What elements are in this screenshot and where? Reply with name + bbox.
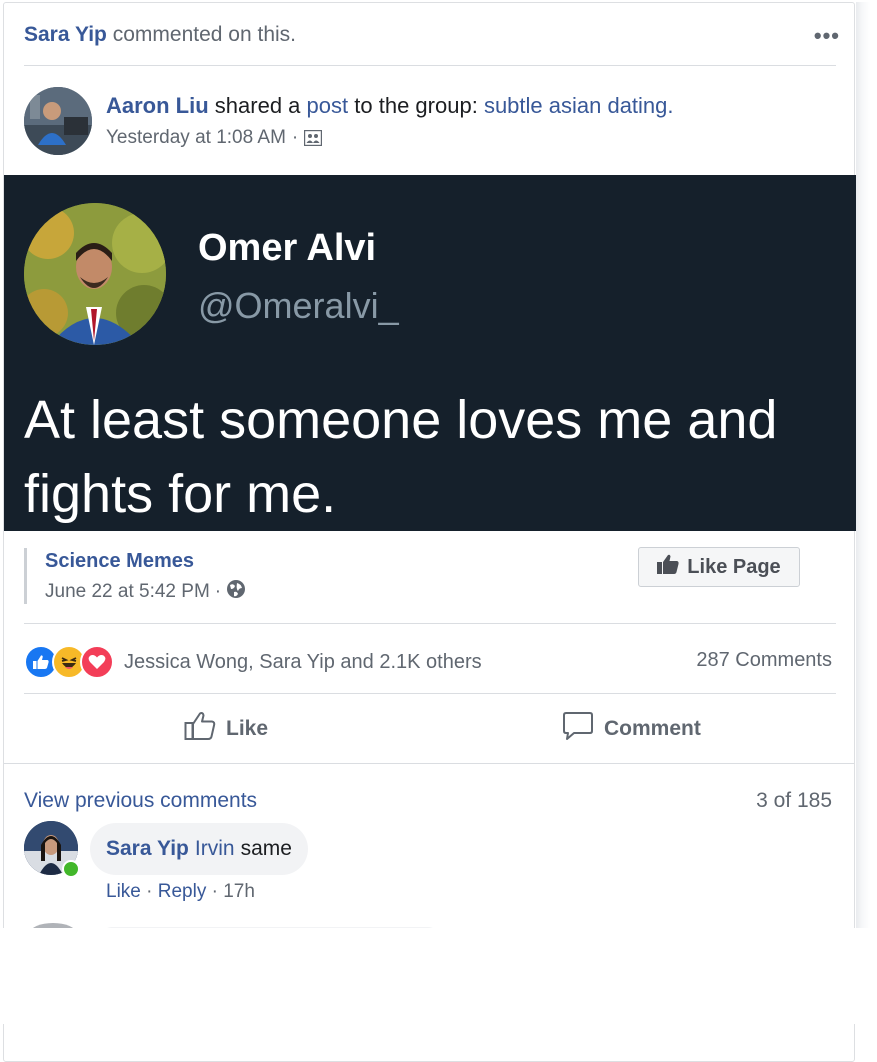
tweet-author-handle: @Omeralvi_ [198,285,399,326]
story-header: Sara Yip commented on this. [24,23,844,47]
comment-sep-1: · [146,881,153,902]
comment-count-link[interactable]: 287 Comments [696,649,832,672]
group-icon[interactable] [304,129,323,147]
comment-time[interactable]: 17h [223,881,255,902]
to-group-text: to the group: [354,93,478,118]
tweet-author-name: Omer Alvi [198,227,377,269]
source-attribution: Science Memes June 22 at 5:42 PM · [24,548,246,604]
comment-sep-2: · [211,881,218,902]
comment-button[interactable]: Comment [562,711,701,747]
header-divider [24,65,836,66]
more-dots-icon[interactable]: ••• [814,23,840,49]
meta-separator: · [291,127,299,148]
avatar[interactable] [24,87,92,155]
reactions-bar[interactable]: Jessica Wong, Sara Yip and 2.1K others [24,645,482,679]
comment-bubble: Sara Yip Irvin same [90,823,308,875]
comment-actions: Like · Reply · 17h [106,881,255,903]
source-date[interactable]: June 22 at 5:42 PM [45,581,210,603]
shared-tweet-image[interactable]: Omer Alvi @Omeralvi_ At least someone lo… [4,175,856,531]
comments-pagination: 3 of 185 [756,789,832,812]
comment-mention-link[interactable]: Irvin [195,837,235,861]
post-timestamp[interactable]: Yesterday at 1:08 AM [106,127,286,149]
comment-author-link[interactable]: Sara Yip [106,837,189,861]
post-link[interactable]: post [307,93,349,118]
story-actor-link[interactable]: Sara Yip [24,23,107,46]
like-button[interactable]: Like [184,711,268,747]
poster-line: Aaron Liu shared a post to the group: su… [106,93,674,119]
reaction-names[interactable]: Jessica Wong, Sara Yip and 2.1K others [124,651,482,674]
comment-like-link[interactable]: Like [106,881,141,902]
view-previous-comments-link[interactable]: View previous comments [24,789,257,813]
like-page-label: Like Page [687,555,781,578]
thumbs-up-icon [657,554,679,580]
online-status-dot [62,860,80,878]
globe-icon[interactable] [226,579,246,605]
reactions-divider-bottom [24,693,836,694]
source-separator: · [214,581,222,602]
comment-bubble-icon [562,711,594,747]
tweet-text: At least someone loves me and fights for… [24,390,778,524]
like-page-button[interactable]: Like Page [638,547,800,587]
tweet-avatar [24,203,166,345]
source-page-link[interactable]: Science Memes [45,550,246,573]
love-reaction-icon [80,645,114,679]
group-link[interactable]: subtle asian dating. [484,93,674,118]
story-action-text: commented on this. [112,23,296,46]
right-edge [856,2,876,932]
comment-text: same [240,837,292,860]
post-meta: Yesterday at 1:08 AM · [106,127,323,149]
thumbs-up-outline-icon [184,711,216,747]
poster-name-link[interactable]: Aaron Liu [106,93,209,118]
feed-story: Sara Yip commented on this. ••• Aaron Li… [3,2,856,1062]
page-bottom-blank [0,928,877,1024]
reactions-divider-top [24,623,836,624]
comment-reply-link[interactable]: Reply [158,881,207,902]
comment-label: Comment [604,717,701,740]
comments-divider [4,763,854,764]
like-label: Like [226,717,269,740]
source-meta: June 22 at 5:42 PM · [45,579,246,605]
shared-text: shared a [214,93,301,118]
poster-photo [24,87,92,155]
